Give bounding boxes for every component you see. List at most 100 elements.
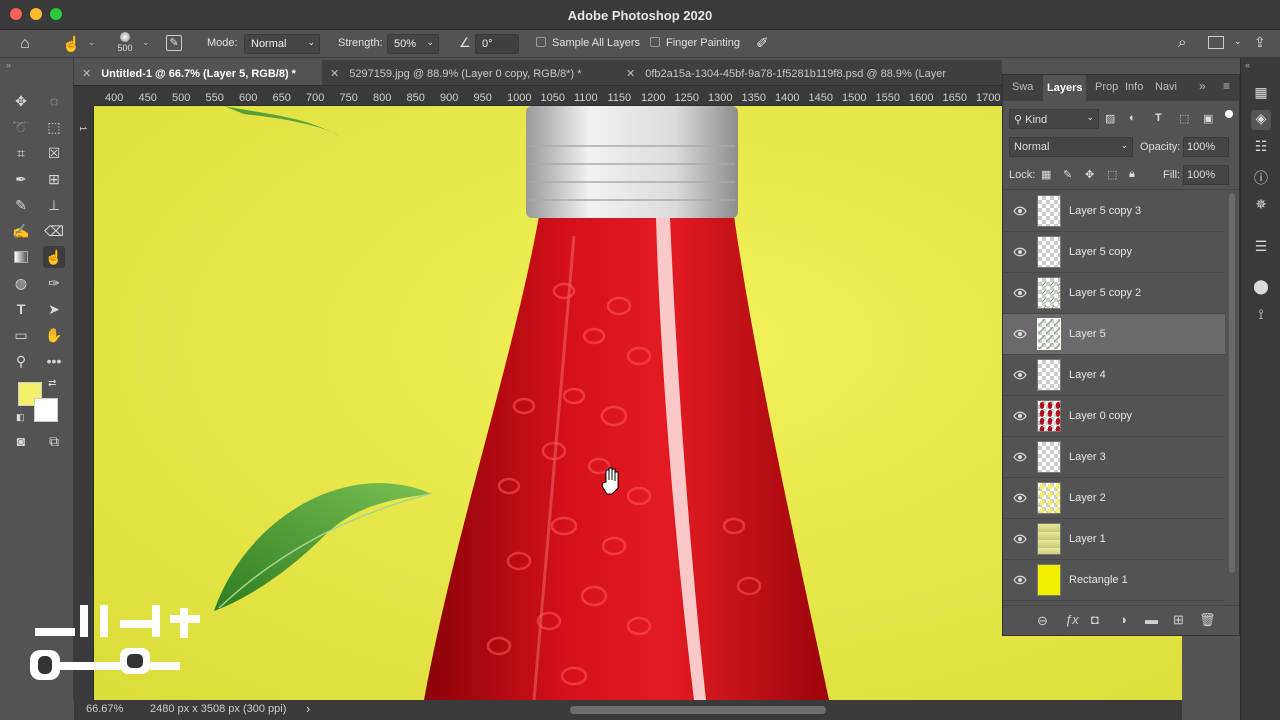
visibility-eye-icon[interactable] [1013,245,1027,259]
info-icon[interactable]: ⓘ [1251,168,1271,188]
collapse-icon[interactable]: « [1245,60,1250,70]
crop-tool-icon[interactable]: ⌗ [10,142,32,164]
adjustments-icon[interactable]: ☰ [1251,238,1271,258]
layer-row[interactable]: Layer 4 [1003,355,1225,396]
hand-tool-icon[interactable]: ✋ [43,324,65,346]
fill-field[interactable]: 100% [1183,165,1229,185]
swap-colors-icon[interactable]: ⇄ [48,378,56,389]
filter-smart-icon[interactable]: ▣ [1203,112,1213,125]
healing-tool-icon[interactable]: ⊞ [43,168,65,190]
layers-scrollbar[interactable] [1229,193,1235,573]
swatches-icon[interactable]: ▦ [1251,84,1271,104]
chevron-right-icon[interactable]: › [306,701,310,716]
horizontal-scrollbar[interactable] [570,706,826,714]
layer-row[interactable]: Layer 0 copy [1003,396,1225,437]
tab-info[interactable]: Info [1125,81,1143,93]
pen-tool-icon[interactable]: ✑ [43,272,65,294]
layer-row[interactable]: Rectangle 1 [1003,560,1225,601]
properties-icon[interactable]: ☷ [1251,138,1271,158]
gradient-tool-icon[interactable] [10,246,32,268]
move-tool-icon[interactable]: ✥ [10,90,32,112]
opacity-field[interactable]: 100% [1183,137,1229,157]
lock-all-icon[interactable]: 🔒︎ [1129,168,1135,181]
sample-all-layers-checkbox[interactable]: Sample All Layers [536,37,640,49]
visibility-eye-icon[interactable] [1013,368,1027,382]
finger-painting-checkbox[interactable]: Finger Painting [650,37,740,49]
search-icon[interactable]: ⌕ [1178,34,1186,51]
tab-layers[interactable]: Layers [1043,75,1087,101]
tab-0fb2a15a[interactable]: ✕ 0fb2a15a-1304-45bf-9a78-1f5281b119f8.ps… [618,60,1002,85]
visibility-eye-icon[interactable] [1013,532,1027,546]
close-tab-icon[interactable]: ✕ [626,68,635,80]
zoom-tool-icon[interactable]: ⚲ [10,350,32,372]
type-tool-icon[interactable]: T [10,298,32,320]
visibility-eye-icon[interactable] [1013,327,1027,341]
chevron-down-icon[interactable]: ⌄ [142,37,150,48]
default-colors-icon[interactable]: ◧ [16,412,25,423]
tab-properties[interactable]: Prop [1095,81,1118,93]
visibility-eye-icon[interactable] [1013,409,1027,423]
lock-pixels-icon[interactable]: ✎ [1063,168,1072,181]
strength-field[interactable]: 50% ⌄ [387,34,439,54]
close-tab-icon[interactable]: ✕ [330,68,339,80]
filter-type-icon[interactable]: T [1155,112,1162,124]
tab-swatches[interactable]: Swa [1012,81,1033,93]
new-group-icon[interactable]: ▬ [1145,612,1158,627]
layer-row[interactable]: Layer 3 [1003,437,1225,478]
paths-icon[interactable]: ⟟ [1251,306,1271,326]
path-select-tool-icon[interactable]: ➤ [43,298,65,320]
layer-row[interactable]: Layer 1 [1003,519,1225,560]
filter-kind-select[interactable]: ⚲ Kind ⌄ [1009,109,1099,129]
pressure-icon[interactable]: ✐ [756,34,769,52]
workspace-icon[interactable] [1208,36,1224,49]
quick-select-tool-icon[interactable]: ⬚ [43,116,65,138]
tab-navigator[interactable]: Navi [1155,81,1177,93]
marquee-tool-icon[interactable]: ◌ [43,90,65,112]
blend-mode-select[interactable]: Normal ⌄ [1009,137,1133,157]
brush-preset-picker[interactable]: 500 [112,30,138,56]
brush-settings-icon[interactable]: ✎ [166,35,182,51]
tab-5297159[interactable]: ✕ 5297159.jpg @ 88.9% (Layer 0 copy, RGB/… [322,60,618,85]
close-tab-icon[interactable]: ✕ [82,68,91,80]
stamp-tool-icon[interactable]: ⊥ [43,194,65,216]
frame-tool-icon[interactable]: ☒ [43,142,65,164]
ruler-corner[interactable] [74,86,94,106]
tab-untitled-1[interactable]: ✕ Untitled-1 @ 66.7% (Layer 5, RGB/8) * [74,60,322,85]
background-color-swatch[interactable] [34,398,58,422]
navigator-icon[interactable]: ✵ [1251,196,1271,216]
mode-select[interactable]: Normal ⌄ [244,34,320,54]
filter-adjustment-icon[interactable]: ◐ [1129,112,1136,124]
quick-mask-icon[interactable]: ◙ [10,430,32,452]
history-brush-tool-icon[interactable]: ✍ [10,220,32,242]
add-mask-icon[interactable]: ◘ [1091,612,1099,627]
color-icon[interactable]: ⬤ [1251,278,1271,298]
smudge-tool-icon[interactable]: ☝ [62,35,81,53]
layer-row[interactable]: Layer 5 [1003,314,1225,355]
panel-menu-icon[interactable]: ≡ [1223,79,1230,93]
smudge-tool-icon[interactable]: ☝ [43,246,65,268]
eraser-tool-icon[interactable]: ⌫ [43,220,65,242]
collapse-icon[interactable]: » [6,60,11,70]
adjustment-layer-icon[interactable]: ◑ [1119,612,1127,627]
dodge-tool-icon[interactable]: ◍ [10,272,32,294]
layer-row[interactable]: Layer 5 copy 3 [1003,191,1225,232]
layer-row[interactable]: Layer 5 copy 2 [1003,273,1225,314]
share-icon[interactable]: ⇪ [1254,34,1266,51]
angle-field[interactable]: 0° [475,34,519,54]
home-icon[interactable]: ⌂ [20,35,30,53]
trash-icon[interactable]: 🗑︎ [1199,612,1216,628]
chevron-down-icon[interactable]: ⌄ [1234,36,1242,47]
visibility-eye-icon[interactable] [1013,491,1027,505]
layer-row[interactable]: Layer 2 [1003,478,1225,519]
filter-pixel-icon[interactable]: ▨ [1105,112,1115,125]
screen-mode-icon[interactable]: ⧉ [43,430,65,452]
brush-tool-icon[interactable]: ✎ [10,194,32,216]
visibility-eye-icon[interactable] [1013,286,1027,300]
lock-transparency-icon[interactable]: ▦ [1041,168,1051,181]
filter-toggle-icon[interactable] [1225,110,1233,118]
link-layers-icon[interactable]: ⊖ [1037,613,1048,629]
fx-icon[interactable]: ƒx [1065,612,1079,627]
filter-shape-icon[interactable]: ⬚ [1179,112,1189,125]
more-tools-icon[interactable]: ••• [43,350,65,372]
layers-icon[interactable]: ◈ [1251,110,1271,130]
